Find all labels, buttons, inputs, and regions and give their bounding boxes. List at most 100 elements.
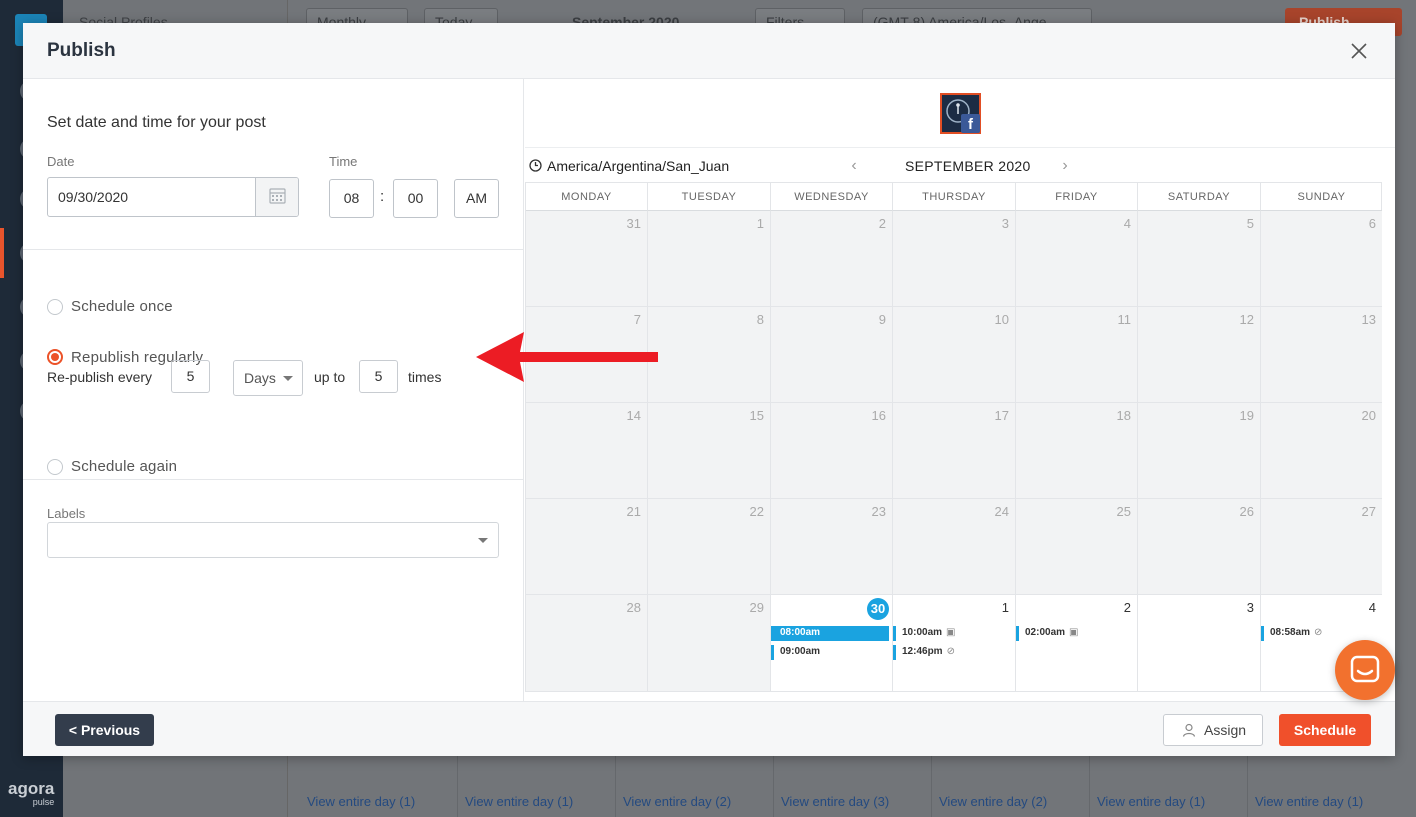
date-picker-button[interactable] (255, 178, 298, 216)
calendar-day[interactable]: 26 (1138, 499, 1261, 595)
calendar-day[interactable]: 1 (648, 211, 771, 307)
profile-avatar[interactable]: f (940, 93, 981, 134)
day-number: 19 (1239, 408, 1254, 423)
times-label: times (408, 369, 442, 385)
view-entire-day-link[interactable]: View entire day (3) (781, 794, 889, 809)
day-number: 7 (633, 312, 641, 327)
day-number: 17 (994, 408, 1009, 423)
calendar-day[interactable]: 24 (893, 499, 1016, 595)
calendar-day[interactable]: 9 (771, 307, 893, 403)
scheduled-post[interactable]: 12:46pm ⊘ (893, 645, 955, 660)
scheduled-post-selected[interactable]: 08:00am (771, 626, 889, 641)
calendar-day[interactable]: 29 (648, 595, 771, 691)
day-number: 26 (1239, 504, 1254, 519)
background-view-day-row: View entire day (1) View entire day (1) … (300, 756, 1405, 817)
calendar-day[interactable]: 28 (526, 595, 648, 691)
weekday-header: FRIDAY (1016, 183, 1138, 211)
view-entire-day-link[interactable]: View entire day (1) (307, 794, 415, 809)
calendar-day[interactable]: 21 (526, 499, 648, 595)
view-day-cell: View entire day (1) (300, 756, 458, 817)
month-calendar: MONDAY TUESDAY WEDNESDAY THURSDAY FRIDAY… (525, 182, 1382, 692)
date-label: Date (47, 154, 75, 169)
previous-button[interactable]: < Previous (55, 714, 154, 746)
hour-input[interactable]: 08 (329, 179, 374, 218)
view-entire-day-link[interactable]: View entire day (1) (1255, 794, 1363, 809)
scheduled-post[interactable]: 02:00am ▣ (1016, 626, 1078, 641)
chat-icon (1350, 655, 1380, 683)
republish-unit-value: Days (244, 370, 276, 386)
calendar-day[interactable]: 16 (771, 403, 893, 499)
calendar-day[interactable]: 3 (1138, 595, 1261, 691)
view-entire-day-link[interactable]: View entire day (2) (939, 794, 1047, 809)
view-entire-day-link[interactable]: View entire day (1) (1097, 794, 1205, 809)
next-month-icon[interactable]: › (1058, 158, 1072, 174)
labels-select[interactable] (47, 522, 499, 558)
weekday-header: WEDNESDAY (771, 183, 893, 211)
prev-month-icon[interactable]: ‹ (847, 158, 861, 174)
day-number: 23 (871, 504, 886, 519)
calendar-day[interactable]: 3 (893, 211, 1016, 307)
calendar-day[interactable]: 31 (526, 211, 648, 307)
weekday-header: MONDAY (526, 183, 648, 211)
schedule-again-label[interactable]: Schedule again (71, 458, 177, 475)
calendar-day[interactable]: 13 (1261, 307, 1382, 403)
schedule-again-radio[interactable] (47, 459, 63, 475)
day-number: 31 (626, 216, 641, 231)
ampm-toggle[interactable]: AM (454, 179, 499, 218)
section-title: Set date and time for your post (47, 114, 266, 131)
weekday-header: SUNDAY (1261, 183, 1382, 211)
calendar-day[interactable]: 8 (648, 307, 771, 403)
calendar-day[interactable]: 20 (1261, 403, 1382, 499)
calendar-day[interactable]: 25 (1016, 499, 1138, 595)
calendar-day[interactable]: 2 (771, 211, 893, 307)
day-number: 3 (1246, 600, 1254, 615)
schedule-button[interactable]: Schedule (1279, 714, 1371, 746)
weekday-header: TUESDAY (648, 183, 771, 211)
calendar-day[interactable]: 18 (1016, 403, 1138, 499)
day-number: 3 (1001, 216, 1009, 231)
day-number: 2 (878, 216, 886, 231)
assign-label: Assign (1204, 722, 1247, 738)
calendar-day[interactable]: 19 (1138, 403, 1261, 499)
view-day-cell: View entire day (3) (774, 756, 932, 817)
calendar-day[interactable]: 10 (893, 307, 1016, 403)
republish-regularly-radio[interactable] (47, 349, 63, 365)
calendar-day[interactable]: 14 (526, 403, 648, 499)
scheduled-post[interactable]: 10:00am ▣ (893, 626, 955, 641)
calendar-day[interactable]: 22 (648, 499, 771, 595)
calendar-day-today[interactable]: 30 08:00am 09:00am (771, 595, 893, 691)
calendar-month-title: SEPTEMBER 2020 (905, 158, 1031, 174)
calendar-day[interactable]: 11 (1016, 307, 1138, 403)
image-icon: ▣ (946, 627, 956, 638)
day-number: 28 (626, 600, 641, 615)
republish-every-input[interactable]: 5 (171, 360, 210, 393)
view-entire-day-link[interactable]: View entire day (2) (623, 794, 731, 809)
view-day-cell: View entire day (1) (458, 756, 616, 817)
calendar-day[interactable]: 15 (648, 403, 771, 499)
scheduled-post[interactable]: 08:58am ⊘ (1261, 626, 1322, 641)
calendar-day[interactable]: 5 (1138, 211, 1261, 307)
date-field[interactable]: 09/30/2020 (47, 177, 299, 217)
republish-unit-select[interactable]: Days (233, 360, 303, 396)
calendar-day[interactable]: 2 02:00am ▣ (1016, 595, 1138, 691)
calendar-day[interactable]: 12 (1138, 307, 1261, 403)
scheduled-post[interactable]: 09:00am (771, 645, 820, 660)
calendar-day[interactable]: 27 (1261, 499, 1382, 595)
post-time: 12:46pm (902, 646, 943, 657)
facebook-icon: f (961, 114, 980, 133)
assign-button[interactable]: Assign (1163, 714, 1263, 746)
day-number: 16 (871, 408, 886, 423)
view-entire-day-link[interactable]: View entire day (1) (465, 794, 573, 809)
day-number: 11 (1117, 312, 1132, 327)
calendar-day[interactable]: 1 10:00am ▣ 12:46pm ⊘ (893, 595, 1016, 691)
republish-times-input[interactable]: 5 (359, 360, 398, 393)
chat-support-button[interactable] (1335, 640, 1395, 700)
calendar-day[interactable]: 23 (771, 499, 893, 595)
calendar-day[interactable]: 4 (1016, 211, 1138, 307)
schedule-once-radio[interactable] (47, 299, 63, 315)
calendar-day[interactable]: 6 (1261, 211, 1382, 307)
minute-input[interactable]: 00 (393, 179, 438, 218)
close-icon[interactable] (1349, 41, 1369, 61)
calendar-day[interactable]: 17 (893, 403, 1016, 499)
schedule-once-label[interactable]: Schedule once (71, 298, 173, 315)
